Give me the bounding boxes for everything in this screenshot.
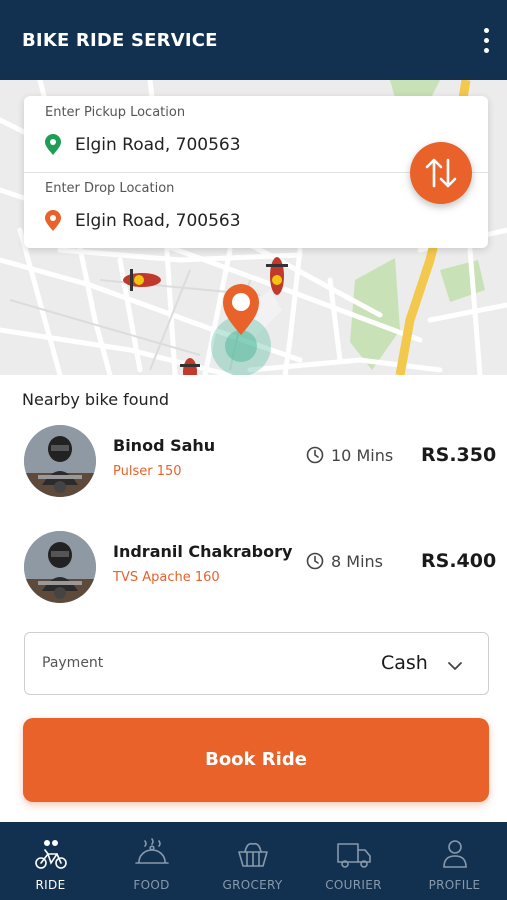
drop-location-input[interactable]: Elgin Road, 700563 — [75, 211, 241, 231]
rider-name: Binod Sahu — [113, 436, 216, 455]
swap-arrows-icon — [425, 158, 457, 188]
rider-avatar — [24, 425, 96, 497]
pickup-label: Enter Pickup Location — [45, 105, 186, 120]
pickup-location-input[interactable]: Elgin Road, 700563 — [75, 135, 241, 155]
rider-bike: Pulser 150 — [113, 464, 182, 479]
rider-bike: TVS Apache 160 — [113, 570, 220, 585]
nav-label-courier: COURIER — [325, 878, 382, 892]
drop-label: Enter Drop Location — [45, 181, 175, 196]
drop-pin-icon — [45, 210, 61, 231]
nav-item-profile[interactable]: PROFILE — [404, 822, 505, 900]
nav-item-food[interactable]: FOOD — [101, 822, 202, 900]
more-options-icon[interactable] — [478, 28, 494, 54]
nav-item-courier[interactable]: COURIER — [303, 822, 404, 900]
nearby-title: Nearby bike found — [22, 390, 169, 409]
chevron-down-icon — [448, 662, 462, 670]
rider-eta: 10 Mins — [331, 446, 394, 465]
nav-label-ride: RIDE — [35, 878, 66, 892]
rider-avatar — [24, 531, 96, 603]
rider-price: RS.400 — [421, 550, 497, 572]
payment-label: Payment — [42, 655, 104, 671]
pickup-pin-icon — [45, 134, 61, 155]
nav-label-profile: PROFILE — [428, 878, 481, 892]
rider-name: Indranil Chakrabory — [113, 542, 293, 561]
rider-card[interactable]: Binod Sahu Pulser 150 10 Mins RS.350 — [0, 425, 507, 505]
rider-eta: 8 Mins — [331, 552, 383, 571]
payment-method-value: Cash — [381, 652, 428, 674]
nav-label-grocery: GROCERY — [222, 878, 283, 892]
food-cloche-icon — [135, 838, 169, 864]
courier-truck-icon — [337, 843, 371, 868]
nav-item-ride[interactable]: RIDE — [0, 822, 101, 900]
app-header: BIKE RIDE SERVICE — [0, 0, 507, 80]
book-ride-button[interactable]: Book Ride — [23, 718, 489, 802]
swap-locations-button[interactable] — [410, 142, 472, 204]
rider-price: RS.350 — [421, 444, 497, 466]
grocery-basket-icon — [238, 842, 268, 867]
bottom-nav: RIDE FOOD GROCERY COURIER PROFILE — [0, 822, 507, 900]
app-title: BIKE RIDE SERVICE — [22, 30, 218, 51]
nav-label-food: FOOD — [133, 878, 170, 892]
nav-item-grocery[interactable]: GROCERY — [202, 822, 303, 900]
bike-ride-icon — [35, 840, 67, 869]
profile-icon — [443, 840, 467, 868]
clock-icon — [306, 446, 324, 464]
rider-card[interactable]: Indranil Chakrabory TVS Apache 160 8 Min… — [0, 531, 507, 611]
clock-icon — [306, 552, 324, 570]
payment-select[interactable]: Payment Cash — [24, 632, 489, 695]
